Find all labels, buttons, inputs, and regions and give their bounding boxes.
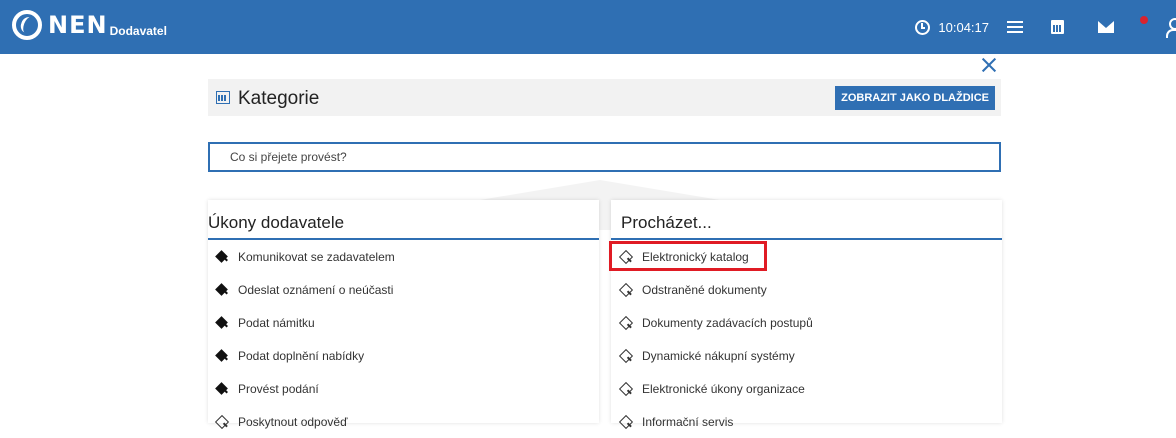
list-item[interactable]: Dokumenty zadávacích postupů [611,306,1002,339]
list-item[interactable]: Komunikovat se zadavatelem [208,240,599,273]
tag-outline-icon [620,350,632,362]
list-item[interactable]: Odeslat oznámení o neúčasti [208,273,599,306]
list-item[interactable]: Dynamické nákupní systémy [611,339,1002,372]
tag-icon [216,284,228,296]
clock-icon [915,19,931,35]
supplier-actions-panel: Úkony dodavatele Komunikovat se zadavate… [208,200,599,429]
list-item[interactable]: Poskytnout odpověď [208,405,599,438]
tag-outline-icon [620,251,632,263]
list-item[interactable]: Elektronické úkony organizace [611,372,1002,405]
category-icon [216,91,230,104]
tag-outline-icon [620,284,632,296]
session-time: 10:04:17 [938,19,989,35]
list-item-electronic-catalog[interactable]: Elektronický katalog [609,240,1002,273]
search-input[interactable] [208,142,1001,172]
top-bar: NEN Dodavatel 10:04:17 [0,0,1176,54]
tag-outline-icon [620,383,632,395]
list-item[interactable]: Odstraněné dokumenty [611,273,1002,306]
mail-icon [1098,21,1114,33]
category-header: Kategorie ZOBRAZIT JAKO DLAŽDICE [208,79,1001,116]
tag-icon [216,251,228,263]
tag-icon [216,383,228,395]
list-item[interactable]: Informační servis [611,405,1002,438]
notification-dot [1140,16,1148,24]
list-item[interactable]: Podat námitku [208,306,599,339]
tag-outline-icon [620,317,632,329]
page-title: Kategorie [238,88,320,109]
list-item[interactable]: Podat doplnění nabídky [208,339,599,372]
show-as-tiles-button[interactable]: ZOBRAZIT JAKO DLAŽDICE [835,86,995,110]
top-bar-actions: 10:04:17 [915,0,1176,54]
logo-icon [12,10,42,40]
tag-outline-icon [620,416,632,428]
user-icon[interactable] [1166,18,1176,38]
panel-title: Procházet... [611,200,1002,240]
close-icon[interactable] [980,56,998,74]
menu-icon[interactable] [1007,21,1023,33]
list-item[interactable]: Provést podání [208,372,599,405]
tag-icon [216,317,228,329]
logo-text: NEN [48,11,108,39]
calculator-icon[interactable] [1051,20,1064,34]
messages-button[interactable] [1098,16,1148,33]
tag-icon [216,350,228,362]
session-timer: 10:04:17 [915,19,989,35]
logo-subtitle: Dodavatel [109,24,167,38]
browse-panel: Procházet... Elektronický katalog Odstra… [609,200,1002,429]
nen-logo[interactable]: NEN Dodavatel [12,10,167,40]
panel-title: Úkony dodavatele [208,200,599,240]
tag-outline-icon [216,416,228,428]
